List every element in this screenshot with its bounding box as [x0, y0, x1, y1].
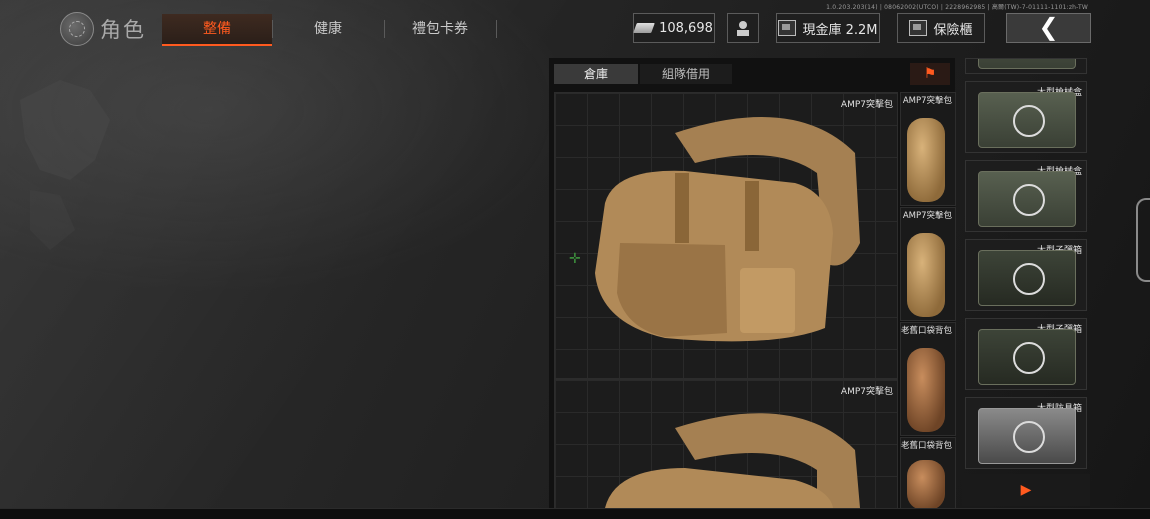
gun-case-image — [978, 92, 1076, 148]
play-right-icon: ▶ — [1020, 482, 1032, 498]
tab-divider — [496, 20, 497, 38]
tab-loadout[interactable]: 整備 — [162, 14, 272, 46]
large-item-card[interactable]: AMP7突擊包 — [554, 379, 898, 509]
tab-gift-cards[interactable]: 禮包卡券 — [384, 14, 496, 44]
small-backpack-image — [907, 348, 945, 432]
operator-icon — [737, 21, 749, 36]
large-item-card[interactable]: AMP7突擊包 ✛ — [554, 92, 898, 379]
item-label: 老舊口袋背包 — [900, 326, 952, 336]
operator-button[interactable] — [727, 13, 759, 43]
cash-amount: 108,698 — [659, 20, 713, 36]
safe-label: 保險櫃 — [933, 22, 973, 38]
page-title: 角色 — [100, 18, 146, 42]
cash-vault-label: 現金庫 2.2M — [802, 22, 878, 38]
container-card[interactable]: 大型槍械盒 — [965, 81, 1087, 153]
container-card[interactable]: 大型槍械盒 — [965, 160, 1087, 232]
ammo-box-image — [978, 329, 1076, 385]
container-card[interactable]: 大型子彈箱 — [965, 318, 1087, 390]
next-page-button[interactable]: ▶ — [962, 474, 1090, 506]
cash-vault-button[interactable]: 現金庫 2.2M — [776, 13, 880, 43]
cash-display[interactable]: 108,698 — [633, 13, 715, 43]
safe-icon — [909, 20, 928, 36]
small-item-card[interactable]: AMP7突擊包 — [900, 207, 956, 321]
armor-box-image — [978, 408, 1076, 464]
side-drawer-handle[interactable] — [1136, 198, 1150, 282]
small-backpack-image — [907, 460, 945, 508]
back-button[interactable]: ❮ — [1006, 13, 1091, 43]
cash-icon — [633, 23, 655, 33]
bottom-bar — [0, 508, 1150, 519]
gun-case-image — [978, 171, 1076, 227]
chevron-left-icon: ❮ — [1038, 13, 1059, 41]
small-backpack-image — [907, 233, 945, 317]
crate-image — [978, 59, 1076, 69]
filter-button[interactable]: ⚑ — [910, 63, 950, 85]
world-map-bg — [20, 80, 110, 250]
small-item-card[interactable]: 老舊口袋背包 — [900, 437, 956, 509]
ammo-box-image — [978, 250, 1076, 306]
vault-icon — [778, 20, 797, 36]
character-logo-icon — [60, 12, 94, 46]
tab-health[interactable]: 健康 — [272, 14, 384, 44]
backpack-image — [595, 117, 860, 342]
container-card[interactable]: 大型子彈箱 — [965, 239, 1087, 311]
safe-button[interactable]: 保險櫃 — [897, 13, 985, 43]
item-label: AMP7突擊包 — [902, 96, 952, 106]
small-item-card[interactable]: AMP7突擊包 — [900, 92, 956, 206]
small-backpack-image — [907, 118, 945, 202]
small-item-card[interactable]: 老舊口袋背包 — [900, 322, 956, 436]
subtab-team-borrow[interactable]: 組隊借用 — [640, 64, 732, 84]
item-label: 老舊口袋背包 — [900, 441, 952, 451]
backpack-image — [605, 413, 860, 508]
subtab-warehouse[interactable]: 倉庫 — [554, 64, 638, 84]
container-card-partial[interactable] — [965, 58, 1087, 74]
container-card[interactable]: 大型防具箱 — [965, 397, 1087, 469]
version-text: 1.0.203.203(14) | 08062002(UTCO) | 22289… — [826, 4, 1088, 11]
item-label: AMP7突擊包 — [902, 211, 952, 221]
filter-icon: ⚑ — [923, 66, 937, 82]
